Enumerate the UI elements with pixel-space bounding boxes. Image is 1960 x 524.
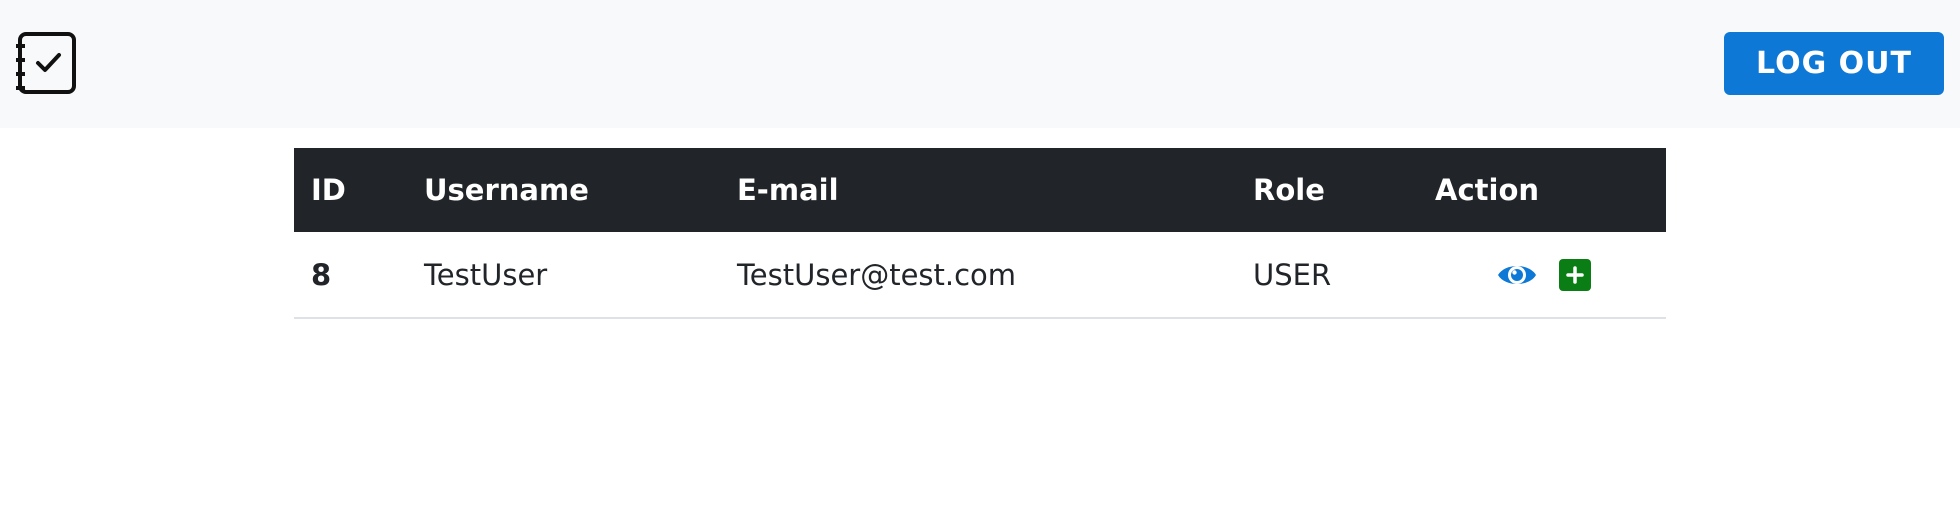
- logout-button[interactable]: LOG OUT: [1724, 32, 1944, 95]
- eye-icon[interactable]: [1497, 260, 1537, 290]
- table-row: 8 TestUser TestUser@test.com USER: [294, 232, 1666, 318]
- users-table: ID Username E-mail Role Action 8 TestUse…: [294, 148, 1666, 319]
- users-table-container: ID Username E-mail Role Action 8 TestUse…: [294, 148, 1666, 319]
- cell-id: 8: [311, 257, 332, 292]
- column-header-action: Action: [1435, 173, 1540, 207]
- row-actions: [1435, 258, 1666, 291]
- table-body: 8 TestUser TestUser@test.com USER: [294, 232, 1666, 318]
- column-header-email: E-mail: [737, 173, 839, 207]
- navbar: LOG OUT: [0, 0, 1960, 128]
- column-header-role: Role: [1253, 173, 1325, 207]
- column-header-username: Username: [424, 173, 589, 207]
- cell-actions: [1418, 232, 1666, 318]
- table-header: ID Username E-mail Role Action: [294, 148, 1666, 232]
- journal-check-icon[interactable]: [16, 30, 78, 96]
- plus-square-icon[interactable]: [1559, 258, 1591, 291]
- cell-email: TestUser@test.com: [737, 257, 1017, 292]
- cell-username: TestUser: [424, 257, 548, 292]
- cell-role: USER: [1253, 257, 1332, 292]
- column-header-id: ID: [311, 173, 346, 207]
- table-header-row: ID Username E-mail Role Action: [294, 148, 1666, 232]
